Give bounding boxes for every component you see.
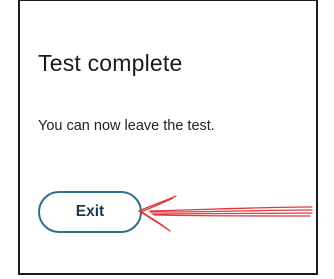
page-title: Test complete bbox=[38, 50, 183, 76]
completion-message: You can now leave the test. bbox=[38, 118, 215, 134]
page: Test complete You can now leave the test… bbox=[0, 0, 334, 279]
exit-button[interactable]: Exit bbox=[38, 191, 142, 233]
test-complete-panel bbox=[18, 0, 318, 275]
exit-button-label: Exit bbox=[75, 203, 105, 220]
